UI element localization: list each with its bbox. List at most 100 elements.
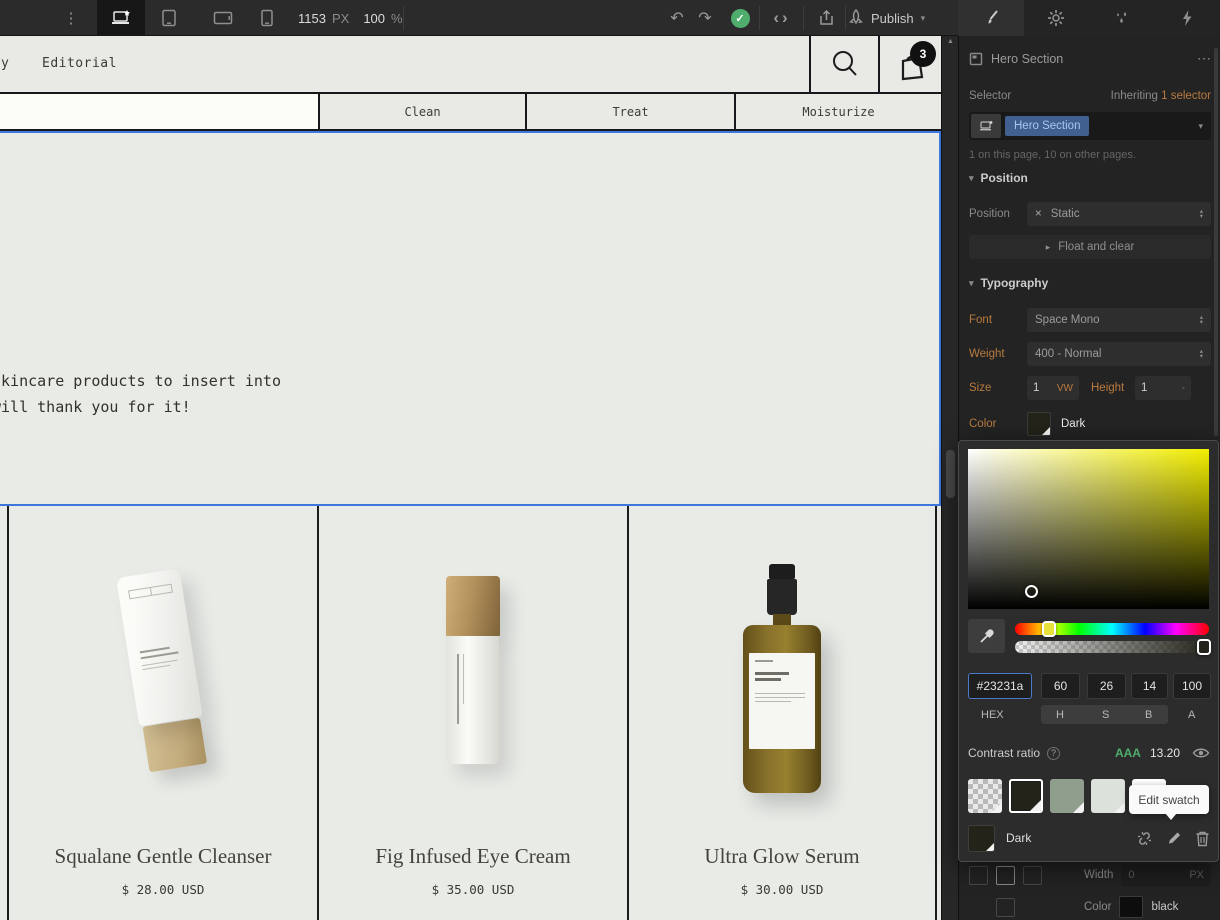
- active-swatch-thumb[interactable]: [968, 824, 995, 852]
- swatch-light[interactable]: [1091, 779, 1125, 813]
- amber-bottle: [743, 625, 821, 793]
- nav-item-editorial[interactable]: Editorial: [42, 56, 117, 71]
- h-mode-label[interactable]: H: [1056, 709, 1064, 721]
- publish-button[interactable]: Publish ▾: [848, 0, 925, 36]
- product-grid: Squalane Gentle Cleanser $ 28.00 USD Fig…: [7, 506, 937, 920]
- breakpoint-phone-portrait-button[interactable]: [243, 0, 291, 36]
- selector-class-pill[interactable]: Hero Section: [1005, 116, 1090, 136]
- tab-settings[interactable]: [1024, 0, 1090, 36]
- redo-button[interactable]: ↷: [690, 0, 720, 36]
- canvas-width-value[interactable]: 1153: [298, 11, 326, 26]
- height-unit[interactable]: -: [1182, 383, 1185, 394]
- category-tab-moisturize[interactable]: Moisturize: [734, 94, 941, 129]
- position-section-header[interactable]: ▾ Position: [969, 171, 1211, 185]
- unlink-swatch-icon[interactable]: [1136, 830, 1153, 847]
- product-name[interactable]: Ultra Glow Serum: [629, 844, 935, 869]
- edit-swatch-pencil-icon[interactable]: [1166, 830, 1182, 846]
- product-card-serum[interactable]: Ultra Glow Serum $ 30.00 USD: [627, 506, 937, 920]
- nav-item-clipped[interactable]: y: [1, 56, 9, 71]
- hue-handle[interactable]: [1042, 621, 1056, 637]
- product-card-cleanser[interactable]: Squalane Gentle Cleanser $ 28.00 USD: [7, 506, 317, 920]
- border-all-icon[interactable]: [996, 865, 1015, 885]
- selector-input[interactable]: Hero Section ▾: [969, 112, 1211, 140]
- swatch-dark-selected[interactable]: [1009, 779, 1043, 813]
- breakpoint-tablet-button[interactable]: [145, 0, 193, 36]
- canvas-scrollbar[interactable]: ▲: [941, 36, 958, 920]
- inheriting-label: Inheriting: [1110, 90, 1158, 102]
- help-icon[interactable]: ?: [1047, 746, 1061, 760]
- product-name[interactable]: Fig Infused Eye Cream: [319, 844, 627, 869]
- size-height-row: Size 1 VW Height 1 -: [969, 376, 1211, 400]
- alpha-input[interactable]: 100: [1173, 673, 1211, 699]
- border-width-input[interactable]: 0 PX: [1121, 864, 1211, 886]
- hex-input[interactable]: #23231a: [968, 673, 1032, 699]
- zoom-value[interactable]: 100: [363, 11, 385, 26]
- search-button[interactable]: [809, 36, 878, 92]
- kebab-menu-icon[interactable]: ⋮: [58, 0, 84, 36]
- selector-caret-icon[interactable]: ▾: [1198, 121, 1203, 132]
- tab-interactions[interactable]: [1089, 0, 1155, 36]
- tab-style[interactable]: [958, 0, 1024, 36]
- breakpoint-desktop-button[interactable]: [97, 0, 145, 36]
- contrast-preview-eye-icon[interactable]: [1192, 747, 1210, 759]
- inheriting-text[interactable]: Inheriting 1 selector: [1111, 90, 1211, 102]
- border-width-unit[interactable]: PX: [1189, 869, 1204, 881]
- sb-handle[interactable]: [1025, 585, 1038, 598]
- product-name[interactable]: Squalane Gentle Cleanser: [9, 844, 317, 869]
- weight-select[interactable]: 400 - Normal ▴ ▾: [1027, 342, 1211, 366]
- border-color-value[interactable]: black: [1151, 901, 1178, 913]
- s-mode-label[interactable]: S: [1102, 709, 1109, 721]
- hero-section-selected[interactable]: skincare products to insert into will tha…: [0, 131, 941, 506]
- font-color-swatch[interactable]: [1027, 412, 1051, 436]
- eyedropper-button[interactable]: [968, 619, 1005, 653]
- product-card-eye-cream[interactable]: Fig Infused Eye Cream $ 35.00 USD: [317, 506, 627, 920]
- alpha-handle[interactable]: [1197, 639, 1211, 655]
- hue-slider[interactable]: [1015, 621, 1209, 637]
- panel-scrollbar-thumb[interactable]: [1214, 48, 1218, 436]
- breakpoint-phone-landscape-button[interactable]: [199, 0, 247, 36]
- saturation-brightness-area[interactable]: [968, 449, 1209, 609]
- eyedropper-icon: [979, 629, 994, 643]
- swatch-sage[interactable]: [1050, 779, 1084, 813]
- share-button[interactable]: [806, 0, 846, 36]
- swatch-transparent[interactable]: [968, 779, 1002, 813]
- category-tab-active[interactable]: [0, 94, 318, 129]
- float-and-clear-toggle[interactable]: ▸ Float and clear: [969, 235, 1211, 259]
- delete-swatch-trash-icon[interactable]: [1195, 830, 1210, 847]
- border-left-icon[interactable]: [969, 865, 988, 885]
- canvas-scrollbar-thumb[interactable]: [946, 450, 955, 498]
- angle-right-icon: ›: [782, 8, 791, 27]
- font-select[interactable]: Space Mono ▴ ▾: [1027, 308, 1211, 332]
- more-options-icon[interactable]: ⋯: [1197, 50, 1211, 67]
- a-mode-label[interactable]: A: [1188, 709, 1195, 721]
- tab-actions[interactable]: [1155, 0, 1220, 36]
- font-color-row: Color Dark: [969, 412, 1211, 436]
- border-color-swatch[interactable]: [1119, 896, 1144, 918]
- active-swatch-name[interactable]: Dark: [1006, 831, 1031, 845]
- publish-caret-icon: ▾: [920, 12, 926, 23]
- save-status-button[interactable]: ✓: [724, 0, 756, 36]
- typography-section-header[interactable]: ▾ Typography: [969, 276, 1211, 290]
- size-unit[interactable]: VW: [1057, 383, 1073, 394]
- undo-button[interactable]: ↶: [662, 0, 692, 36]
- hue-input[interactable]: 60: [1041, 673, 1080, 699]
- brightness-input[interactable]: 14: [1131, 673, 1168, 699]
- expand-triangle-icon: ▸: [1045, 241, 1051, 252]
- code-export-button[interactable]: ‹ ›: [762, 0, 802, 36]
- inheriting-count[interactable]: 1 selector: [1161, 90, 1211, 102]
- height-input[interactable]: 1 -: [1135, 376, 1191, 400]
- cart-button[interactable]: 3: [878, 36, 941, 92]
- alpha-slider[interactable]: [1015, 639, 1211, 655]
- font-color-value[interactable]: Dark: [1061, 418, 1085, 430]
- category-tab-treat[interactable]: Treat: [525, 94, 734, 129]
- hex-mode-label[interactable]: HEX: [981, 709, 1004, 721]
- border-right-icon[interactable]: [1023, 865, 1042, 885]
- category-tab-clean[interactable]: Clean: [318, 94, 525, 129]
- selector-breakpoint-button[interactable]: [971, 114, 1001, 138]
- scroll-up-arrow-icon[interactable]: ▲: [942, 38, 959, 45]
- position-select[interactable]: × Static ▴ ▾: [1027, 202, 1211, 226]
- b-mode-label[interactable]: B: [1145, 709, 1152, 721]
- size-input[interactable]: 1 VW: [1027, 376, 1079, 400]
- saturation-input[interactable]: 26: [1087, 673, 1126, 699]
- border-side-icon[interactable]: [996, 897, 1015, 917]
